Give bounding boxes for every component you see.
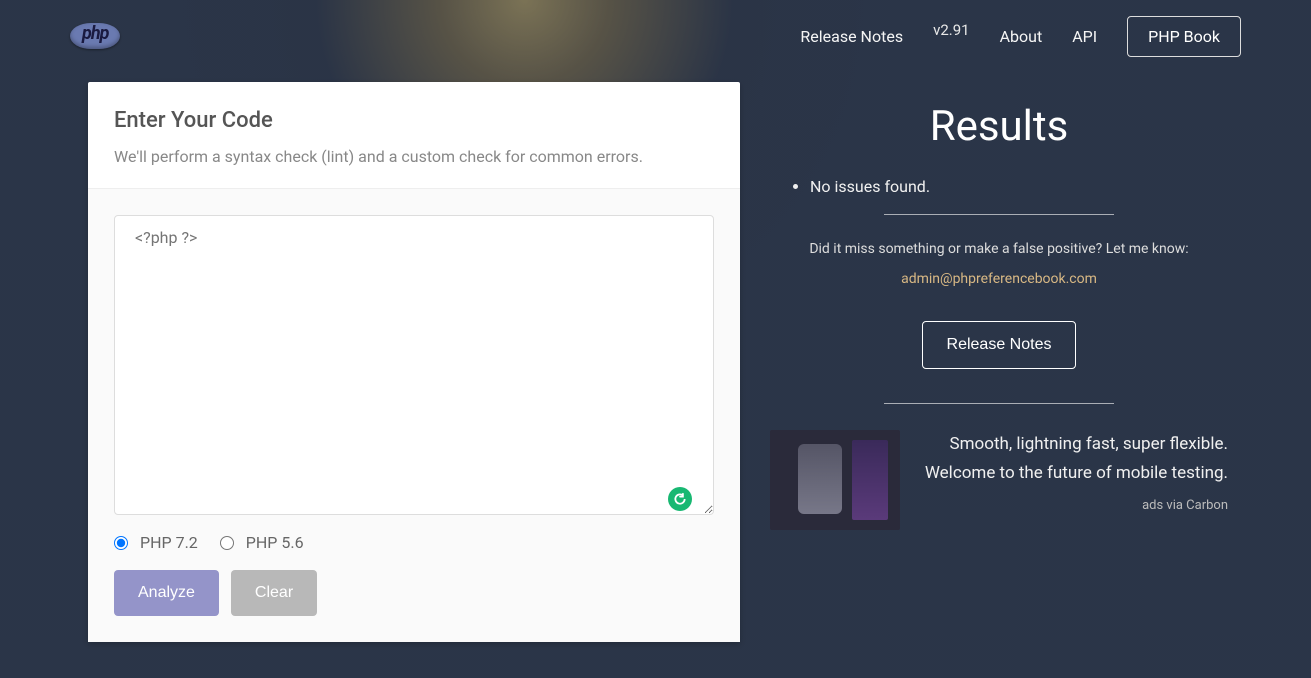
- results-divider: [884, 214, 1114, 215]
- button-row: Analyze Clear: [114, 570, 714, 616]
- grammarly-icon[interactable]: [668, 487, 692, 511]
- navbar: php Release Notes v2.91 About API PHP Bo…: [0, 0, 1311, 72]
- ad-line1[interactable]: Smooth, lightning fast, super flexible.: [920, 430, 1228, 459]
- results-title: Results: [770, 102, 1228, 151]
- php-logo[interactable]: php: [70, 23, 120, 49]
- card-title: Enter Your Code: [114, 108, 714, 133]
- release-notes-button[interactable]: Release Notes: [922, 321, 1077, 369]
- code-input[interactable]: [114, 215, 714, 515]
- code-input-wrap: [114, 215, 714, 519]
- nav-links: Release Notes v2.91 About API PHP Book: [800, 16, 1241, 57]
- nav-api[interactable]: API: [1072, 27, 1097, 46]
- nav-php-book[interactable]: PHP Book: [1127, 16, 1241, 57]
- clear-button[interactable]: Clear: [231, 570, 317, 616]
- version-label: v2.91: [933, 21, 970, 39]
- analyze-button[interactable]: Analyze: [114, 570, 219, 616]
- radio-php72-label[interactable]: PHP 7.2: [140, 533, 198, 552]
- radio-php56-label[interactable]: PHP 5.6: [246, 533, 304, 552]
- radio-php72[interactable]: [114, 536, 128, 550]
- ad-text: Smooth, lightning fast, super flexible. …: [920, 430, 1228, 513]
- php-version-radios: PHP 7.2 PHP 5.6: [114, 533, 714, 552]
- feedback-prompt: Did it miss something or make a false po…: [770, 241, 1228, 257]
- ad-image[interactable]: [770, 430, 900, 530]
- ad-line2[interactable]: Welcome to the future of mobile testing.: [920, 459, 1228, 488]
- code-card: Enter Your Code We'll perform a syntax c…: [88, 82, 740, 642]
- feedback-email[interactable]: admin@phpreferencebook.com: [770, 271, 1228, 287]
- card-header: Enter Your Code We'll perform a syntax c…: [88, 82, 740, 189]
- main-container: Enter Your Code We'll perform a syntax c…: [0, 72, 1311, 642]
- ad-via[interactable]: ads via Carbon: [920, 498, 1228, 513]
- nav-release-notes[interactable]: Release Notes: [800, 27, 903, 46]
- dashed-divider: [884, 403, 1114, 404]
- results-panel: Results No issues found. Did it miss som…: [770, 82, 1228, 642]
- radio-php56[interactable]: [220, 536, 234, 550]
- card-body: PHP 7.2 PHP 5.6 Analyze Clear: [88, 189, 740, 642]
- nav-about[interactable]: About: [1000, 27, 1043, 46]
- carbon-ad[interactable]: Smooth, lightning fast, super flexible. …: [770, 430, 1228, 530]
- result-item: No issues found.: [810, 177, 1228, 196]
- card-subtitle: We'll perform a syntax check (lint) and …: [114, 147, 714, 166]
- results-list: No issues found.: [770, 177, 1228, 196]
